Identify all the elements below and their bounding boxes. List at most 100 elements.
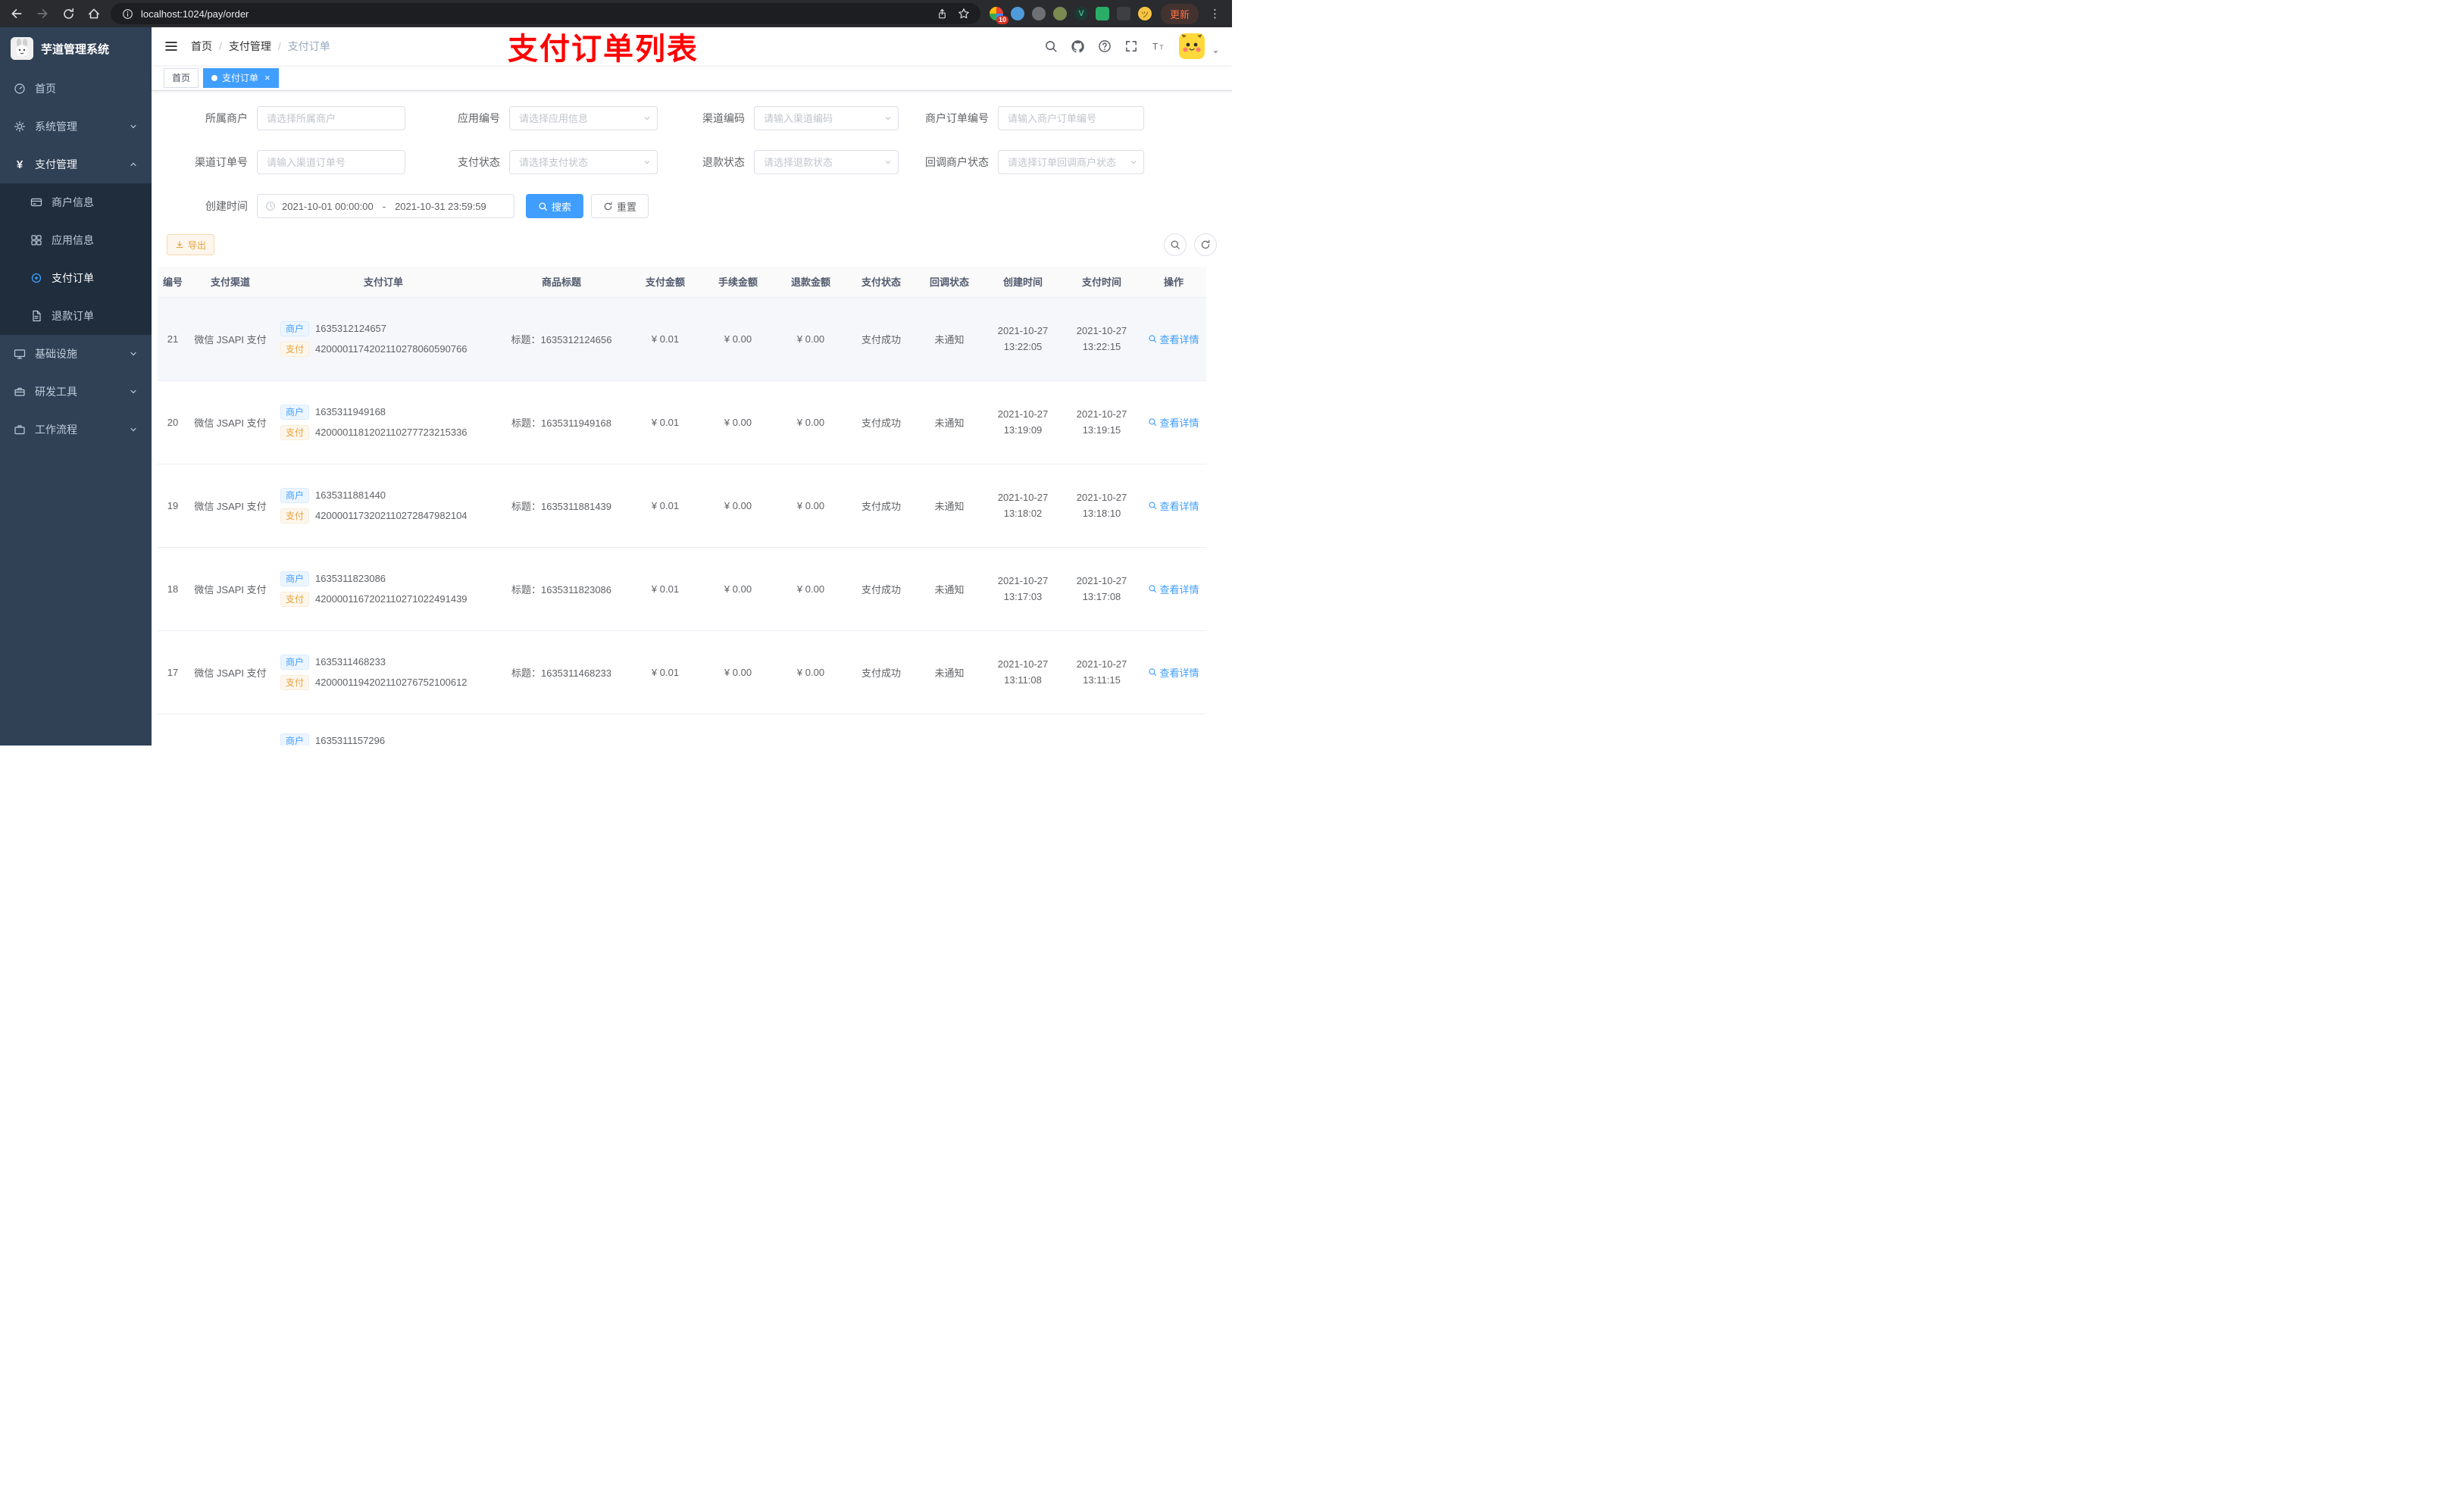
tab-pay-order[interactable]: 支付订单 × bbox=[203, 67, 279, 88]
caret-down-icon[interactable] bbox=[1212, 48, 1220, 56]
refund-status-select[interactable] bbox=[754, 150, 899, 174]
fullscreen-icon[interactable] bbox=[1124, 39, 1138, 53]
help-icon[interactable] bbox=[1098, 39, 1112, 53]
app-input[interactable] bbox=[509, 106, 658, 130]
view-detail-link[interactable]: 查看详情 bbox=[1148, 499, 1199, 513]
search-icon[interactable] bbox=[1044, 39, 1058, 53]
sidebar-item-system[interactable]: 系统管理 bbox=[0, 108, 152, 145]
merchant-order-no-label: 商户订单编号 bbox=[925, 112, 989, 124]
url-text[interactable]: localhost:1024/pay/order bbox=[141, 8, 929, 20]
cell-pay-status: 支付成功 bbox=[847, 380, 915, 464]
tab-close-icon[interactable]: × bbox=[264, 73, 270, 83]
date-end[interactable]: 2021-10-31 23:59:59 bbox=[395, 201, 486, 212]
view-detail-link[interactable]: 查看详情 bbox=[1148, 332, 1199, 346]
search-button[interactable]: 搜索 bbox=[526, 194, 584, 218]
back-icon[interactable] bbox=[9, 6, 24, 21]
merchant-order-no: 1635311949168 bbox=[315, 406, 386, 417]
share-icon[interactable] bbox=[935, 6, 950, 21]
date-start[interactable]: 2021-10-01 00:00:00 bbox=[282, 201, 374, 212]
column-header: 商品标题 bbox=[494, 267, 629, 298]
orders-table: 编号 支付渠道 支付订单 商品标题 支付金额 手续金额 退款金额 支付状态 回调… bbox=[158, 267, 1217, 746]
view-detail-link[interactable]: 查看详情 bbox=[1148, 582, 1199, 596]
refresh-button[interactable] bbox=[1194, 233, 1217, 256]
sidebar-item-pay-order[interactable]: 支付订单 bbox=[0, 259, 152, 297]
sidebar-item-home[interactable]: 首页 bbox=[0, 70, 152, 108]
table-row: 17 微信 JSAPI 支付 商户 1635311468233 支付 42000… bbox=[158, 630, 1206, 714]
column-header: 支付金额 bbox=[629, 267, 702, 298]
github-icon[interactable] bbox=[1071, 39, 1085, 54]
extension-icon-2[interactable] bbox=[1010, 7, 1024, 20]
app-select[interactable] bbox=[509, 106, 658, 130]
sidebar-item-app-info[interactable]: 应用信息 bbox=[0, 221, 152, 259]
chevron-down-icon bbox=[129, 349, 138, 358]
pay-status-select[interactable] bbox=[509, 150, 658, 174]
sidebar-fold-icon[interactable] bbox=[164, 39, 179, 54]
cell-fee: ¥ 0.00 bbox=[702, 464, 774, 548]
channel-order-no-input[interactable] bbox=[257, 150, 405, 174]
pay-order-no: 4200001173202110272847982104 bbox=[315, 510, 467, 521]
breadcrumb-current: 支付订单 bbox=[287, 40, 330, 52]
address-bar[interactable]: localhost:1024/pay/order bbox=[111, 3, 980, 24]
toolbox-icon bbox=[14, 386, 26, 398]
merchant-order-no-field[interactable] bbox=[998, 106, 1144, 130]
extension-icon-3[interactable] bbox=[1031, 7, 1046, 20]
merchant-order-no: 1635311157296 bbox=[315, 735, 386, 746]
browser-chrome: localhost:1024/pay/order 10 V ツ 更新 ⋮ bbox=[0, 0, 1232, 27]
extension-icon-1[interactable]: 10 bbox=[989, 7, 1008, 24]
chevron-up-icon bbox=[129, 160, 138, 169]
bookmark-star-icon[interactable] bbox=[956, 6, 971, 21]
cell-create-time: 2021-10-27 13:17:03 bbox=[983, 547, 1062, 631]
channel-code-input[interactable] bbox=[754, 106, 899, 130]
merchant-order-no-input[interactable] bbox=[998, 106, 1144, 130]
export-button[interactable]: 导出 bbox=[167, 234, 215, 255]
sidebar-item-refund-order[interactable]: 退款订单 bbox=[0, 297, 152, 335]
merchant-tag: 商户 bbox=[280, 487, 310, 503]
screen: localhost:1024/pay/order 10 V ツ 更新 ⋮ 芋道管… bbox=[0, 0, 1232, 746]
cell-id: 18 bbox=[158, 547, 188, 631]
channel-order-no-field[interactable] bbox=[257, 150, 405, 174]
sidebar-item-workflow[interactable]: 工作流程 bbox=[0, 411, 152, 449]
reload-icon[interactable] bbox=[61, 6, 76, 21]
pay-status-input[interactable] bbox=[509, 150, 658, 174]
view-detail-link[interactable]: 查看详情 bbox=[1148, 415, 1199, 430]
tab-home[interactable]: 首页 bbox=[164, 67, 199, 88]
cell-order: 商户 1635312124657 支付 42000011742021102780… bbox=[273, 297, 494, 381]
extension-icon-4[interactable] bbox=[1052, 7, 1067, 20]
home-icon[interactable] bbox=[86, 6, 102, 21]
sidebar-item-merchant-info[interactable]: 商户信息 bbox=[0, 183, 152, 221]
avatar[interactable] bbox=[1179, 33, 1205, 59]
column-header: 支付渠道 bbox=[188, 267, 273, 298]
app-label: 应用编号 bbox=[458, 112, 500, 124]
cell-action: 查看详情 bbox=[1141, 547, 1206, 631]
callback-status-input[interactable] bbox=[998, 150, 1144, 174]
browser-menu-icon[interactable]: ⋮ bbox=[1208, 7, 1223, 20]
extension-icon-6[interactable] bbox=[1095, 7, 1109, 20]
merchant-order-no: 1635311881440 bbox=[315, 489, 386, 501]
sidebar-item-dev-tools[interactable]: 研发工具 bbox=[0, 373, 152, 411]
vue-devtools-icon[interactable]: V bbox=[1074, 7, 1088, 20]
column-header: 手续金额 bbox=[702, 267, 774, 298]
refund-status-input[interactable] bbox=[754, 150, 899, 174]
extensions-pin-icon[interactable] bbox=[1116, 7, 1130, 20]
site-info-icon[interactable] bbox=[120, 6, 135, 21]
clock-icon bbox=[265, 201, 276, 211]
sidebar-item-pay[interactable]: ¥ 支付管理 bbox=[0, 145, 152, 183]
callback-status-select[interactable] bbox=[998, 150, 1144, 174]
view-detail-link[interactable]: 查看详情 bbox=[1148, 665, 1199, 680]
table-toolbar: 导出 bbox=[167, 233, 1217, 256]
update-button[interactable]: 更新 bbox=[1160, 3, 1199, 24]
pay-status-label: 支付状态 bbox=[458, 156, 500, 168]
forward-icon[interactable] bbox=[35, 6, 50, 21]
sidebar-item-infra[interactable]: 基础设施 bbox=[0, 335, 152, 373]
breadcrumb-pay[interactable]: 支付管理 bbox=[229, 39, 271, 54]
merchant-input[interactable] bbox=[257, 106, 405, 130]
reset-button[interactable]: 重置 bbox=[591, 194, 649, 218]
emoji-extension-icon[interactable]: ツ bbox=[1137, 7, 1152, 20]
channel-code-select[interactable] bbox=[754, 106, 899, 130]
search-toggle-button[interactable] bbox=[1164, 233, 1187, 256]
font-size-icon[interactable]: TT bbox=[1151, 39, 1166, 53]
merchant-select[interactable] bbox=[257, 106, 405, 130]
breadcrumb-home[interactable]: 首页 bbox=[191, 39, 212, 54]
create-time-range[interactable]: 2021-10-01 00:00:00 - 2021-10-31 23:59:5… bbox=[257, 194, 514, 218]
cell-channel: 微信 JSAPI 支付 bbox=[188, 464, 273, 548]
